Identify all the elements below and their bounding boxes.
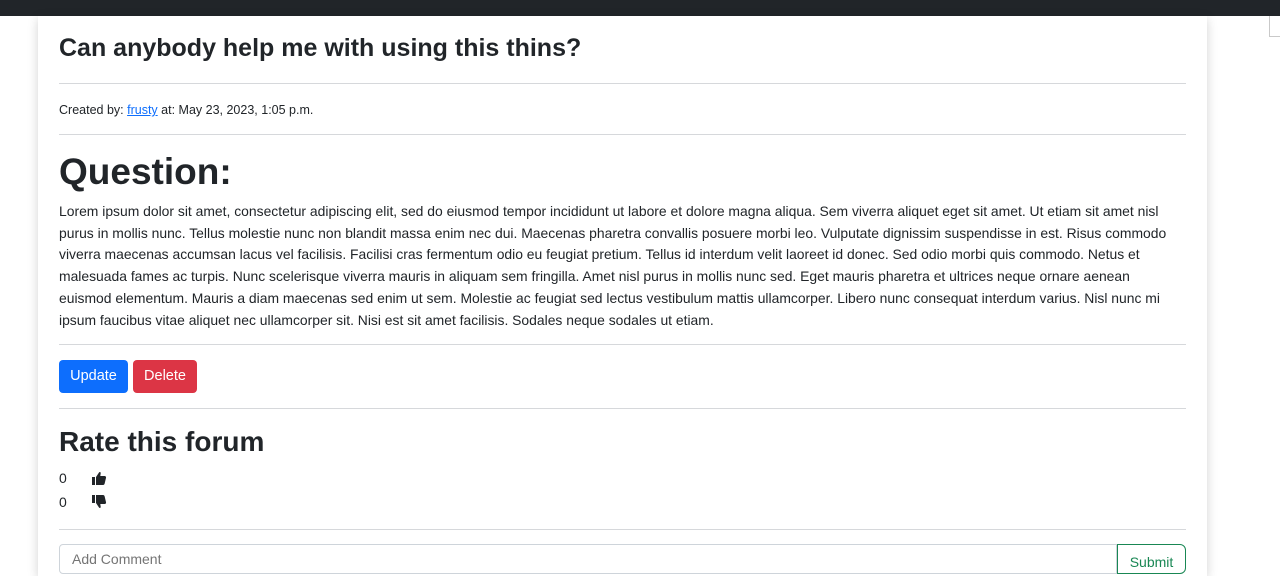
divider — [59, 134, 1186, 135]
question-body: Lorem ipsum dolor sit amet, consectetur … — [59, 203, 1167, 328]
author-link[interactable]: frusty — [127, 103, 158, 117]
page-title: Can anybody help me with using this thin… — [59, 34, 582, 62]
at-label: at: — [161, 103, 176, 117]
dislike-row: 0 — [59, 493, 107, 511]
thumbs-up-icon[interactable] — [91, 470, 107, 486]
dislike-count: 0 — [59, 494, 67, 510]
page-edge — [1269, 16, 1280, 37]
top-navbar — [0, 0, 1280, 16]
like-row: 0 — [59, 469, 107, 487]
post-date: May 23, 2023, 1:05 p.m. — [178, 103, 314, 117]
rate-heading: Rate this forum — [59, 426, 265, 457]
question-heading: Question: — [59, 151, 232, 192]
created-by-label: Created by: — [59, 103, 124, 117]
divider — [59, 529, 1186, 530]
divider — [59, 408, 1186, 409]
comment-input[interactable] — [59, 544, 1117, 574]
comment-form: Submit — [59, 544, 1186, 574]
update-button[interactable]: Update — [59, 360, 128, 393]
like-count: 0 — [59, 470, 67, 486]
thumbs-down-icon[interactable] — [91, 494, 107, 510]
forum-card: Can anybody help me with using this thin… — [38, 16, 1207, 576]
delete-button[interactable]: Delete — [133, 360, 197, 393]
post-meta: Created by: frusty at: May 23, 2023, 1:0… — [59, 102, 313, 118]
submit-comment-button[interactable]: Submit — [1117, 544, 1186, 574]
divider — [59, 83, 1186, 84]
divider — [59, 344, 1186, 345]
